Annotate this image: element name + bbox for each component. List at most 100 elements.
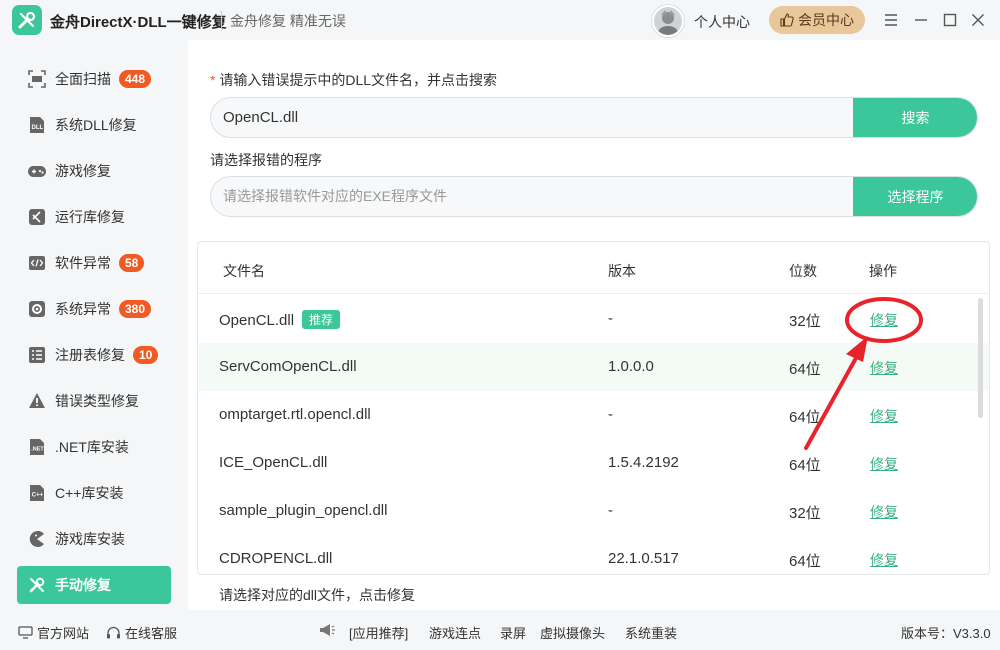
cpp-icon: C++: [27, 483, 47, 503]
sidebar-item-label: 系统异常: [55, 301, 111, 317]
table-row: CDROPENCL.dll 22.1.0.517 64位 修复: [198, 535, 989, 574]
program-label: 请选择报错的程序: [210, 152, 322, 168]
avatar[interactable]: [652, 5, 684, 37]
thumbs-up-icon: [780, 13, 794, 27]
cell-version: -: [608, 406, 613, 423]
sidebar-item-manual-repair[interactable]: 手动修复: [17, 566, 171, 604]
sidebar-item-label: 全面扫描: [55, 71, 111, 87]
sidebar-item-software-error[interactable]: 软件异常 58: [17, 244, 171, 282]
close-icon[interactable]: [968, 10, 988, 30]
cell-filename: omptarget.rtl.opencl.dll: [219, 406, 371, 423]
wrench-icon: [27, 575, 47, 595]
cell-filename: ServComOpenCL.dll: [219, 358, 357, 375]
link-virtual-camera[interactable]: 虚拟摄像头: [540, 623, 605, 642]
list-icon: [27, 345, 47, 365]
sidebar-item-game-repair[interactable]: 游戏修复: [17, 152, 171, 190]
gamepad-icon: [27, 161, 47, 181]
link-screen-recorder[interactable]: 录屏: [500, 623, 526, 642]
menu-icon[interactable]: [881, 10, 901, 30]
online-service-link[interactable]: 在线客服: [106, 623, 177, 642]
sidebar-item-label: 游戏库安装: [55, 531, 125, 547]
svg-text:C++: C++: [32, 493, 44, 499]
app-recommend-label: [应用推荐]: [349, 626, 409, 641]
cell-filename: OpenCL.dll 推荐: [219, 310, 341, 329]
header-action: 操作: [869, 263, 897, 279]
recommend-tag: 推荐: [302, 310, 341, 329]
sidebar-item-label: 注册表修复: [55, 347, 125, 363]
warning-icon: [27, 391, 47, 411]
cell-bits: 64位: [789, 409, 821, 426]
sidebar-item-cpp-install[interactable]: C++ C++库安装: [17, 474, 171, 512]
cell-version: -: [608, 310, 613, 327]
repair-link[interactable]: 修复: [870, 550, 898, 570]
cell-bits: 32位: [789, 313, 821, 330]
repair-link[interactable]: 修复: [870, 502, 898, 522]
vs-icon: [27, 207, 47, 227]
sidebar-item-registry-repair[interactable]: 注册表修复 10: [17, 336, 171, 374]
table-scrollbar[interactable]: [978, 298, 983, 418]
user-center-link[interactable]: 个人中心: [694, 12, 750, 32]
minimize-icon[interactable]: [911, 10, 931, 30]
sidebar-item-full-scan[interactable]: 全面扫描 448: [17, 60, 171, 98]
header-bits: 位数: [789, 263, 817, 279]
bottom-bar: 官方网站 在线客服 [应用推荐] 游戏连点 录屏 虚拟摄像头 系统重装 版本号：…: [0, 610, 1000, 650]
app-title: 金舟DirectX·DLL一键修复: [50, 14, 227, 31]
monitor-icon: [18, 626, 33, 639]
official-site-link[interactable]: 官方网站: [18, 623, 89, 642]
select-program-button[interactable]: 选择程序: [853, 177, 977, 216]
program-bar: 选择程序: [210, 176, 978, 217]
repair-link[interactable]: 修复: [870, 310, 898, 330]
count-badge: 10: [133, 346, 159, 364]
megaphone-icon: [318, 623, 336, 637]
official-site-label: 官方网站: [37, 626, 90, 641]
repair-link[interactable]: 修复: [870, 358, 898, 378]
headset-icon: [107, 626, 120, 638]
repair-link[interactable]: 修复: [870, 406, 898, 426]
table-header: 文件名 版本 位数 操作: [198, 242, 989, 294]
sidebar-item-dotnet-install[interactable]: .NET .NET库安装: [17, 428, 171, 466]
svg-text:.NET: .NET: [31, 447, 44, 453]
scan-icon: [27, 69, 47, 89]
cell-version: 1.5.4.2192: [608, 454, 679, 471]
sidebar-item-system-error[interactable]: 系统异常 380: [17, 290, 171, 328]
cell-version: 22.1.0.517: [608, 550, 679, 567]
count-badge: 58: [119, 254, 145, 272]
cell-filename: sample_plugin_opencl.dll: [219, 502, 388, 519]
svg-text:DLL: DLL: [32, 125, 44, 131]
link-game-autoclicker[interactable]: 游戏连点: [429, 623, 481, 642]
program-input[interactable]: [211, 177, 853, 216]
table-row: ServComOpenCL.dll 1.0.0.0 64位 修复: [198, 343, 989, 391]
repair-link[interactable]: 修复: [870, 454, 898, 474]
header-version: 版本: [608, 263, 636, 279]
count-badge: 380: [119, 300, 152, 318]
sidebar-item-game-lib-install[interactable]: 游戏库安装: [17, 520, 171, 558]
vip-center-button[interactable]: 会员中心: [769, 6, 865, 34]
link-system-reinstall[interactable]: 系统重装: [625, 623, 677, 642]
required-mark: *: [210, 72, 216, 88]
dll-results-table: 文件名 版本 位数 操作 OpenCL.dll 推荐 - 32位 修复 ServC…: [197, 241, 990, 575]
sidebar-item-label: 运行库修复: [55, 209, 125, 225]
count-badge: 448: [119, 70, 152, 88]
dll-search-input[interactable]: [211, 98, 853, 137]
sidebar-item-system-dll[interactable]: DLL 系统DLL修复: [17, 106, 171, 144]
cell-bits: 64位: [789, 361, 821, 378]
table-row: sample_plugin_opencl.dll - 32位 修复: [198, 487, 989, 535]
cell-version: -: [608, 502, 613, 519]
filename-text: OpenCL.dll: [219, 312, 295, 329]
maximize-icon[interactable]: [940, 10, 960, 30]
online-service-label: 在线客服: [125, 626, 178, 641]
gear-icon: [27, 299, 47, 319]
sidebar-item-error-type[interactable]: 错误类型修复: [17, 382, 171, 420]
version-label: 版本号：V3.3.0: [901, 626, 991, 641]
app-slogan: 金舟修复 精准无误: [230, 13, 346, 29]
search-button[interactable]: 搜索: [853, 98, 977, 137]
sidebar-item-label: 软件异常: [55, 255, 111, 271]
vip-center-label: 会员中心: [798, 12, 854, 28]
cell-filename: ICE_OpenCL.dll: [219, 454, 328, 471]
sidebar-item-label: 系统DLL修复: [55, 117, 137, 133]
sidebar-item-label: 错误类型修复: [55, 393, 139, 409]
header-filename: 文件名: [223, 263, 265, 279]
main-panel: * 请输入错误提示中的DLL文件名，并点击搜索 搜索 请选择报错的程序 选择程序…: [188, 40, 1000, 610]
sidebar-item-runtime-repair[interactable]: 运行库修复: [17, 198, 171, 236]
table-row: omptarget.rtl.opencl.dll - 64位 修复: [198, 391, 989, 439]
